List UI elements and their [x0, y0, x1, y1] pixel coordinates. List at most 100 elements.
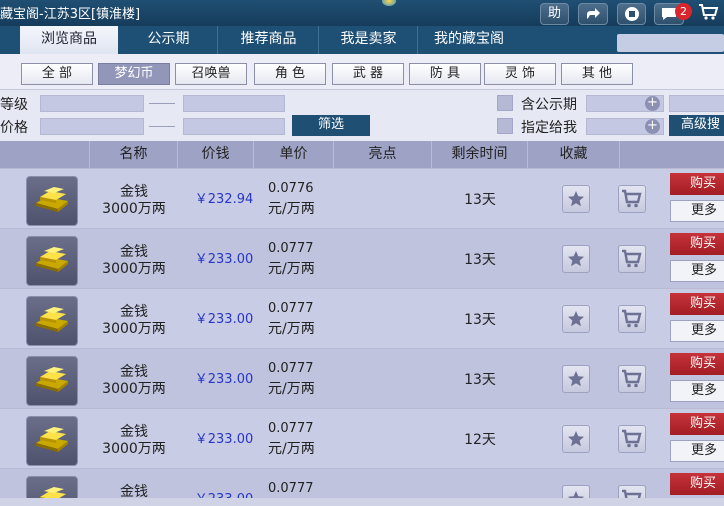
item-unit-price: 0.0776 — [268, 181, 314, 196]
header-thumb — [0, 141, 90, 168]
help-button[interactable]: 助 — [540, 3, 569, 25]
header-remaining[interactable]: 剩余时间 — [432, 141, 528, 168]
add-server-icon[interactable]: + — [645, 96, 660, 111]
item-price: ￥233.00 — [194, 252, 254, 267]
buy-button[interactable]: 购买 — [670, 473, 724, 495]
item-remaining-time: 13天 — [464, 372, 496, 388]
item-unit-label: 元/万两 — [268, 321, 315, 337]
star-icon — [568, 431, 584, 447]
category-other[interactable]: 其 他 — [561, 63, 633, 85]
item-thumbnail[interactable] — [26, 356, 78, 406]
item-thumbnail[interactable] — [26, 416, 78, 466]
more-button[interactable]: 更多 — [670, 260, 724, 282]
favorite-button[interactable] — [562, 425, 590, 453]
level-max-input[interactable] — [183, 95, 285, 112]
item-remaining-time: 13天 — [464, 312, 496, 328]
category-currency[interactable]: 梦幻币 — [98, 63, 170, 85]
item-unit-label: 元/万两 — [268, 381, 315, 397]
item-unit-label: 元/万两 — [268, 201, 315, 217]
item-unit-price: 0.0777 — [268, 421, 314, 436]
favorite-button[interactable] — [562, 185, 590, 213]
header-price[interactable]: 价钱 — [178, 141, 254, 168]
favorite-button[interactable] — [562, 305, 590, 333]
header-highlight: 亮点 — [334, 141, 432, 168]
table-row[interactable]: 金钱 3000万两 ￥233.00 0.0777 元/万两 12天 购买 更多 — [0, 408, 724, 468]
add-to-cart-button[interactable] — [618, 185, 646, 213]
app-logo-icon — [382, 0, 396, 6]
more-button[interactable]: 更多 — [670, 200, 724, 222]
filter-panel: 等级 价格 筛选 含公示期 + 指定给我 + 高级搜 — [0, 90, 724, 141]
designated-checkbox[interactable] — [497, 118, 513, 134]
category-role[interactable]: 角 色 — [254, 63, 326, 85]
item-unit-label: 元/万两 — [268, 261, 315, 277]
category-armor[interactable]: 防 具 — [409, 63, 481, 85]
item-price: ￥233.00 — [194, 372, 254, 387]
add-to-cart-button[interactable] — [618, 425, 646, 453]
cart-button[interactable] — [694, 3, 724, 25]
add-to-cart-button[interactable] — [618, 365, 646, 393]
header-unit-price[interactable]: 单价 — [254, 141, 334, 168]
tab-recommended[interactable]: 推荐商品 — [219, 26, 319, 54]
buy-button[interactable]: 购买 — [670, 353, 724, 375]
category-all[interactable]: 全 部 — [21, 63, 93, 85]
tab-my-treasure[interactable]: 我的藏宝阁 — [419, 26, 519, 54]
star-icon — [568, 371, 584, 387]
level-label: 等级 — [0, 97, 28, 113]
item-unit-price: 0.0777 — [268, 301, 314, 316]
price-label: 价格 — [0, 120, 28, 136]
advanced-search-button[interactable]: 高级搜 — [669, 115, 724, 136]
item-unit-price: 0.0777 — [268, 241, 314, 256]
price-max-input[interactable] — [183, 118, 285, 135]
table-row[interactable]: 金钱 3000万两 ￥233.00 0.0777 元/万两 13天 购买 更多 — [0, 288, 724, 348]
more-button[interactable]: 更多 — [670, 380, 724, 402]
table-row[interactable]: 金钱 3000万两 ￥232.94 0.0776 元/万两 13天 购买 更多 — [0, 168, 724, 228]
item-thumbnail[interactable] — [26, 176, 78, 226]
more-button[interactable]: 更多 — [670, 320, 724, 342]
item-price: ￥233.00 — [194, 432, 254, 447]
favorite-button[interactable] — [562, 365, 590, 393]
item-thumbnail[interactable] — [26, 296, 78, 346]
table-row[interactable]: 金钱 3000万两 ￥233.00 0.0777 元/万两 13天 购买 更多 — [0, 348, 724, 408]
buy-button[interactable]: 购买 — [670, 293, 724, 315]
record-icon — [624, 7, 639, 21]
category-summon[interactable]: 召唤兽 — [175, 63, 247, 85]
price-min-input[interactable] — [40, 118, 144, 135]
level-min-input[interactable] — [40, 95, 144, 112]
header-name[interactable]: 名称 — [90, 141, 178, 168]
buy-button[interactable]: 购买 — [670, 173, 724, 195]
share-icon — [587, 8, 600, 19]
item-price: ￥232.94 — [194, 192, 254, 207]
public-period-checkbox[interactable] — [497, 95, 513, 111]
add-to-cart-button[interactable] — [618, 305, 646, 333]
buy-button[interactable]: 购买 — [670, 233, 724, 255]
header-actions — [620, 141, 724, 168]
record-button[interactable] — [617, 3, 646, 25]
item-amount: 3000万两 — [102, 201, 166, 217]
header-favorite: 收藏 — [528, 141, 620, 168]
table-row[interactable]: 金钱 3000万两 ￥233.00 0.0777 元/万两 13天 购买 更多 — [0, 228, 724, 288]
search-input[interactable] — [617, 34, 724, 52]
public-period-label: 含公示期 — [521, 97, 577, 113]
extra-select[interactable] — [669, 95, 724, 112]
more-button[interactable]: 更多 — [670, 440, 724, 462]
filter-button[interactable]: 筛选 — [292, 115, 370, 136]
category-accessory[interactable]: 灵 饰 — [484, 63, 556, 85]
item-remaining-time: 13天 — [464, 252, 496, 268]
item-thumbnail[interactable] — [26, 236, 78, 286]
gold-ingot-icon — [36, 247, 68, 272]
tab-seller[interactable]: 我是卖家 — [320, 26, 418, 54]
table-header: 名称 价钱 单价 亮点 剩余时间 收藏 — [0, 141, 724, 168]
main-tab-bar: 浏览商品 公示期 推荐商品 我是卖家 我的藏宝阁 — [0, 26, 724, 54]
message-count-badge: 2 — [675, 3, 692, 20]
tab-browse[interactable]: 浏览商品 — [20, 26, 118, 54]
favorite-button[interactable] — [562, 245, 590, 273]
tab-public-period[interactable]: 公示期 — [120, 26, 218, 54]
level-range-dash — [149, 103, 175, 104]
add-designated-icon[interactable]: + — [645, 119, 660, 134]
share-button[interactable] — [578, 3, 608, 25]
buy-button[interactable]: 购买 — [670, 413, 724, 435]
add-to-cart-button[interactable] — [618, 245, 646, 273]
title-bar: 藏宝阁-江苏3区[镇淮楼] 助 2 — [0, 0, 724, 26]
category-weapon[interactable]: 武 器 — [332, 63, 404, 85]
bottom-bar — [0, 498, 724, 506]
